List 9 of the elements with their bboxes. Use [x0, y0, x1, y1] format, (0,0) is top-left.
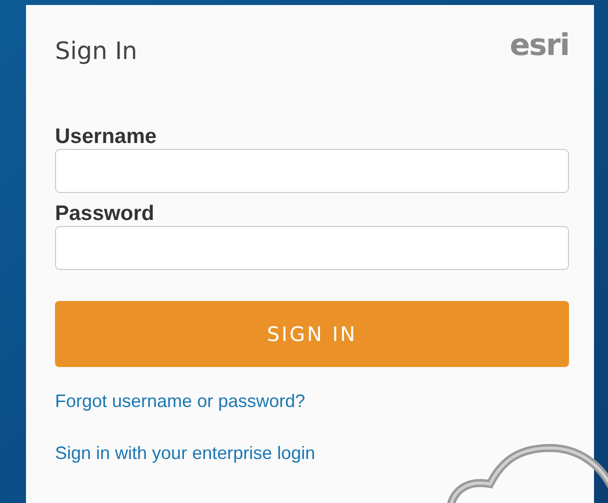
- field-label: Username: [55, 125, 157, 149]
- dialog-title: Sign In: [55, 37, 138, 65]
- input-field[interactable]: [55, 226, 569, 270]
- field-label: Password: [55, 202, 154, 226]
- link[interactable]: Sign in with your enterprise login: [55, 443, 316, 463]
- sign-in-button[interactable]: SIGN IN: [55, 301, 569, 367]
- link[interactable]: Forgot username or password?: [55, 391, 306, 411]
- logo: esri: [510, 28, 569, 62]
- input-field[interactable]: [55, 149, 569, 193]
